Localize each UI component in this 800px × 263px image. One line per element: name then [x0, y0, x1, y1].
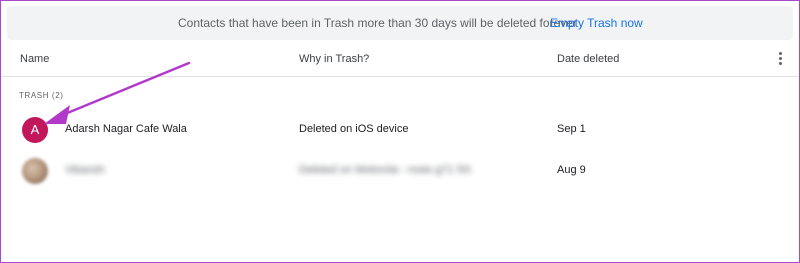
trash-section-label: TRASH (2)	[19, 91, 64, 100]
date-deleted: Aug 9	[557, 164, 586, 176]
table-header: Name Why in Trash? Date deleted	[0, 45, 800, 77]
column-header-name[interactable]: Name	[20, 53, 49, 65]
column-header-why-in-trash[interactable]: Why in Trash?	[299, 53, 369, 65]
column-header-date-deleted[interactable]: Date deleted	[557, 53, 619, 65]
more-vert-icon[interactable]	[774, 51, 786, 67]
contact-row[interactable]: A Adarsh Nagar Cafe Wala Deleted on iOS …	[0, 110, 800, 150]
contact-name: Vibansh	[65, 164, 105, 176]
avatar	[22, 158, 48, 184]
contact-row[interactable]: Vibansh Deleted on Motorola - moto g71 5…	[0, 151, 800, 191]
avatar: A	[22, 117, 48, 143]
empty-trash-button[interactable]: Empty Trash now	[550, 16, 643, 30]
date-deleted: Sep 1	[557, 123, 586, 135]
trash-notice-banner: Contacts that have been in Trash more th…	[7, 6, 793, 40]
trash-notice-text: Contacts that have been in Trash more th…	[178, 16, 577, 30]
contact-name: Adarsh Nagar Cafe Wala	[65, 123, 187, 135]
trash-reason: Deleted on Motorola - moto g71 5G	[299, 164, 472, 176]
trash-reason: Deleted on iOS device	[299, 123, 409, 135]
